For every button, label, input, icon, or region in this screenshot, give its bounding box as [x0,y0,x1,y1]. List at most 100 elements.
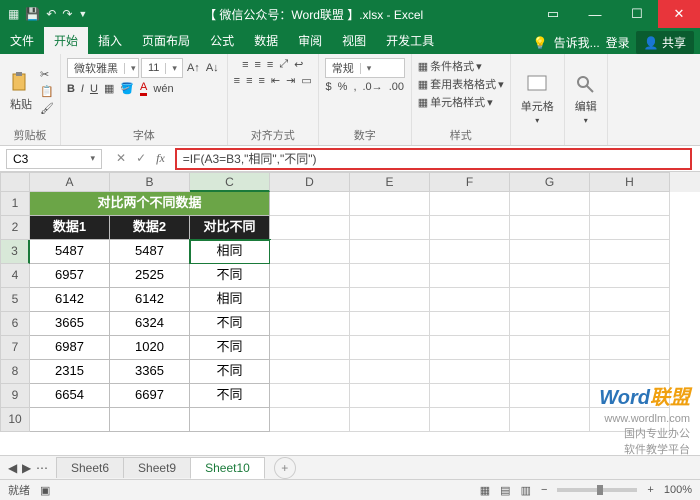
cell[interactable] [270,240,350,264]
col-header[interactable]: A [30,172,110,192]
sheet-nav-next-icon[interactable]: ▶ [22,461,31,475]
underline-button[interactable]: U [90,83,98,95]
view-pagebreak-icon[interactable]: ▥ [521,484,531,497]
paste-button[interactable]: 粘贴 [6,70,36,114]
row-header[interactable]: 6 [0,312,30,336]
number-format-select[interactable]: 常规▾ [325,58,405,78]
cell[interactable] [590,336,670,360]
macro-record-icon[interactable]: ▣ [40,484,50,497]
comma-icon[interactable]: , [353,81,356,93]
sheet-tab[interactable]: Sheet9 [123,457,191,478]
cell[interactable] [110,408,190,432]
cell[interactable]: 1020 [110,336,190,360]
cell[interactable]: 3665 [30,312,110,336]
close-button[interactable]: ✕ [658,0,700,28]
align-center-icon[interactable]: ≡ [246,75,252,87]
ribbon-options-icon[interactable]: ▭ [532,0,574,28]
fill-color-button[interactable]: 🪣 [120,82,134,95]
orientation-icon[interactable]: ⤢ [279,58,288,71]
cell[interactable] [270,216,350,240]
align-left-icon[interactable]: ≡ [234,75,240,87]
cell[interactable]: 不同 [190,264,270,288]
cell[interactable] [270,384,350,408]
cell[interactable] [350,240,430,264]
tab-data[interactable]: 数据 [244,27,288,54]
tab-layout[interactable]: 页面布局 [132,27,200,54]
cell[interactable] [350,408,430,432]
cell[interactable] [190,408,270,432]
login-link[interactable]: 登录 [606,34,630,51]
cell[interactable] [350,384,430,408]
header-cell[interactable]: 数据1 [30,216,110,240]
cell[interactable] [510,384,590,408]
cell[interactable]: 不同 [190,384,270,408]
add-sheet-button[interactable]: + [274,457,296,479]
cell[interactable] [430,216,510,240]
copy-icon[interactable]: 📋 [40,85,54,98]
cell[interactable] [590,312,670,336]
col-header[interactable]: D [270,172,350,192]
tab-formula[interactable]: 公式 [200,27,244,54]
col-header[interactable]: G [510,172,590,192]
maximize-button[interactable]: ☐ [616,0,658,28]
cell[interactable] [350,336,430,360]
italic-button[interactable]: I [81,83,84,95]
decrease-font-icon[interactable]: A↓ [204,62,221,74]
cell[interactable]: 6957 [30,264,110,288]
conditional-format-button[interactable]: ▦ 条件格式 ▾ [418,58,482,74]
sheet-tab[interactable]: Sheet10 [190,457,265,479]
col-header[interactable]: E [350,172,430,192]
cell[interactable] [270,312,350,336]
zoom-level[interactable]: 100% [664,484,692,496]
cell[interactable] [350,216,430,240]
sheet-list-icon[interactable]: ⋯ [36,461,48,475]
redo-icon[interactable]: ↷ [62,7,72,21]
row-header[interactable]: 4 [0,264,30,288]
tell-me[interactable]: 告诉我... [554,34,600,51]
col-header[interactable]: F [430,172,510,192]
tab-developer[interactable]: 开发工具 [376,27,444,54]
increase-decimal-icon[interactable]: .0→ [363,81,383,93]
percent-icon[interactable]: % [338,81,348,93]
cell[interactable] [270,408,350,432]
editing-button[interactable]: 编辑▾ [571,72,601,127]
zoom-in-icon[interactable]: + [647,484,653,496]
cell[interactable] [270,288,350,312]
cell[interactable] [510,264,590,288]
merged-title-cell[interactable]: 对比两个不同数据 [30,192,270,216]
cell[interactable]: 6142 [110,288,190,312]
indent-dec-icon[interactable]: ⇤ [271,74,280,87]
header-cell[interactable]: 数据2 [110,216,190,240]
align-middle-icon[interactable]: ≡ [254,59,260,71]
cell[interactable] [430,264,510,288]
cell[interactable] [430,312,510,336]
cell[interactable] [270,360,350,384]
cell[interactable]: 6654 [30,384,110,408]
undo-icon[interactable]: ↶ [46,7,56,21]
share-button[interactable]: 👤 共享 [636,31,694,54]
cell[interactable] [350,192,430,216]
cell[interactable] [350,360,430,384]
zoom-slider[interactable] [557,488,637,492]
fx-icon[interactable]: fx [156,151,165,166]
minimize-button[interactable]: — [574,0,616,28]
border-button[interactable]: ▦ [104,82,114,95]
enter-formula-icon[interactable]: ✓ [136,151,146,166]
select-all-corner[interactable] [0,172,30,192]
col-header[interactable]: C [190,172,270,192]
merge-icon[interactable]: ▭ [301,74,311,87]
cell[interactable] [350,312,430,336]
col-header[interactable]: H [590,172,670,192]
col-header[interactable]: B [110,172,190,192]
row-header[interactable]: 2 [0,216,30,240]
cancel-formula-icon[interactable]: ✕ [116,151,126,166]
cells-button[interactable]: 单元格▾ [517,72,558,127]
formula-bar[interactable]: =IF(A3=B3,"相同","不同") [175,148,692,170]
cell[interactable]: 6987 [30,336,110,360]
cell[interactable] [590,240,670,264]
row-header[interactable]: 9 [0,384,30,408]
name-box[interactable]: C3▾ [6,149,102,169]
align-bottom-icon[interactable]: ≡ [267,59,273,71]
cell-style-button[interactable]: ▦ 单元格样式 ▾ [418,94,493,110]
cell[interactable]: 2315 [30,360,110,384]
